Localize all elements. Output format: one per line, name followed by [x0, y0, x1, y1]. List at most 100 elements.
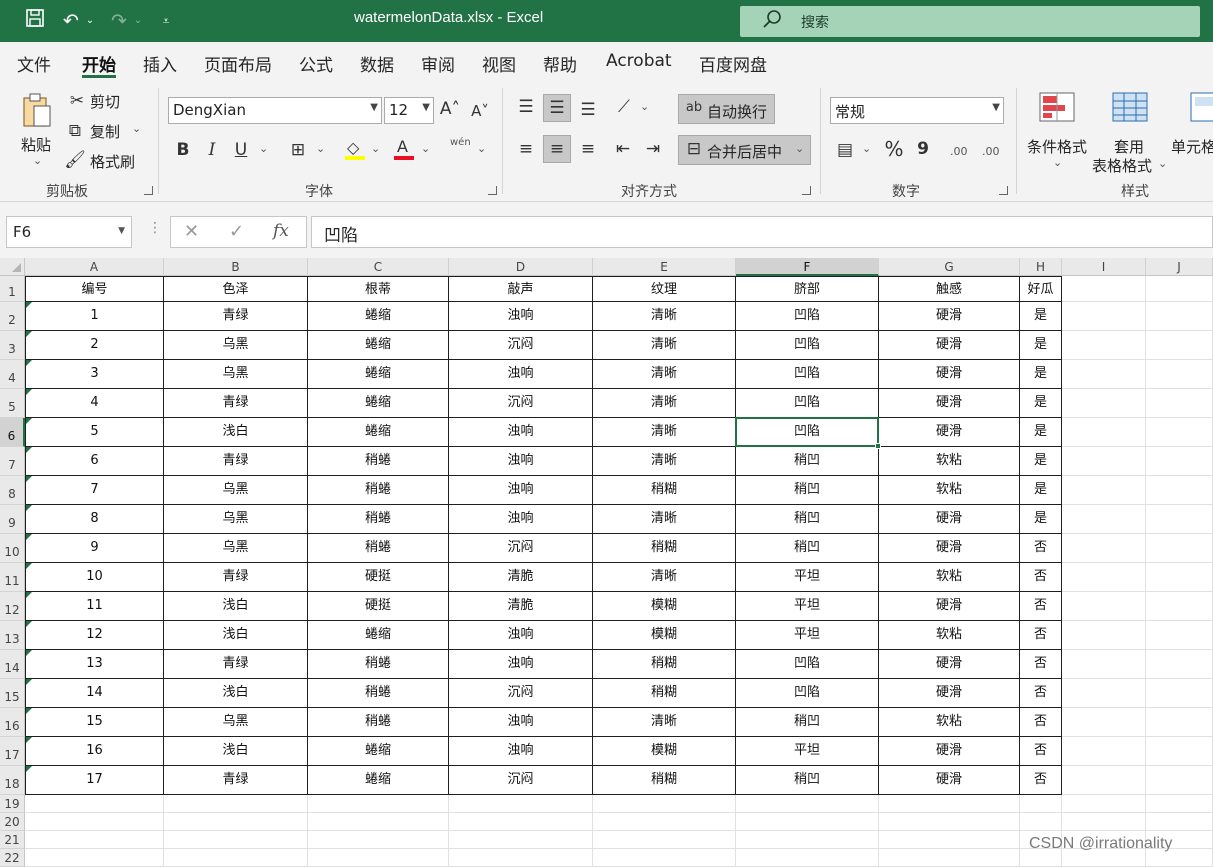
cell-f3[interactable]: 凹陷 [736, 331, 879, 360]
decrease-decimal-icon[interactable]: .00 [982, 145, 1000, 158]
cell-h3[interactable]: 是 [1020, 331, 1062, 360]
select-all-button[interactable] [0, 258, 25, 276]
row-header-20[interactable]: 20 [0, 813, 25, 831]
insert-function-icon[interactable]: fx [273, 221, 289, 241]
row-header-19[interactable]: 19 [0, 795, 25, 813]
cell-c3[interactable]: 蜷缩 [308, 331, 449, 360]
cell-c2[interactable]: 蜷缩 [308, 302, 449, 331]
cell-h12[interactable]: 否 [1020, 592, 1062, 621]
cell-h6[interactable]: 是 [1020, 418, 1062, 447]
cell-c7[interactable]: 稍蜷 [308, 447, 449, 476]
cell-d11[interactable]: 清脆 [449, 563, 593, 592]
cell-f2[interactable]: 凹陷 [736, 302, 879, 331]
cell-f9[interactable]: 稍凹 [736, 505, 879, 534]
search-box[interactable]: 搜索 [740, 6, 1200, 37]
cell-c13[interactable]: 蜷缩 [308, 621, 449, 650]
column-header-h[interactable]: H [1020, 258, 1062, 276]
cell-h9[interactable]: 是 [1020, 505, 1062, 534]
cell-f12[interactable]: 平坦 [736, 592, 879, 621]
cell-i15[interactable] [1062, 679, 1146, 708]
underline-button[interactable]: U [231, 139, 251, 161]
tab-review[interactable]: 审阅 [421, 51, 455, 76]
formula-input[interactable]: 凹陷 [311, 216, 1213, 248]
cell-e7[interactable]: 清晰 [593, 447, 736, 476]
cell-g19[interactable] [879, 795, 1020, 813]
format-painter-label[interactable]: 格式刷 [90, 151, 135, 172]
cell-a6[interactable]: 5 [25, 418, 164, 447]
column-header-g[interactable]: G [879, 258, 1020, 276]
cell-f4[interactable]: 凹陷 [736, 360, 879, 389]
cell-h13[interactable]: 否 [1020, 621, 1062, 650]
cell-i8[interactable] [1062, 476, 1146, 505]
row-header-3[interactable]: 3 [0, 331, 25, 360]
row-header-11[interactable]: 11 [0, 563, 25, 592]
cell-g12[interactable]: 硬滑 [879, 592, 1020, 621]
cell-g11[interactable]: 软粘 [879, 563, 1020, 592]
cell-c11[interactable]: 硬挺 [308, 563, 449, 592]
cell-c9[interactable]: 稍蜷 [308, 505, 449, 534]
phonetic-dropdown-icon[interactable]: ⌄ [477, 142, 486, 155]
cell-d1[interactable]: 敲声 [449, 276, 593, 302]
cell-h20[interactable] [1020, 813, 1062, 831]
cell-styles-button[interactable]: 单元格 [1170, 88, 1213, 172]
cell-h11[interactable]: 否 [1020, 563, 1062, 592]
cell-i17[interactable] [1062, 737, 1146, 766]
bold-button[interactable]: B [173, 139, 193, 161]
row-header-7[interactable]: 7 [0, 447, 25, 476]
tab-help[interactable]: 帮助 [543, 51, 577, 76]
cell-d3[interactable]: 沉闷 [449, 331, 593, 360]
cell-b17[interactable]: 浅白 [164, 737, 308, 766]
cell-a13[interactable]: 12 [25, 621, 164, 650]
border-dropdown-icon[interactable]: ⌄ [316, 142, 325, 155]
cell-g21[interactable] [879, 831, 1020, 849]
cell-g4[interactable]: 硬滑 [879, 360, 1020, 389]
copy-label[interactable]: 复制 [90, 121, 120, 142]
cell-c22[interactable] [308, 849, 449, 867]
cell-c15[interactable]: 稍蜷 [308, 679, 449, 708]
cell-a22[interactable] [25, 849, 164, 867]
cell-e12[interactable]: 模糊 [593, 592, 736, 621]
cell-e10[interactable]: 稍糊 [593, 534, 736, 563]
tab-insert[interactable]: 插入 [143, 51, 177, 76]
cell-e15[interactable]: 稍糊 [593, 679, 736, 708]
cell-c1[interactable]: 根蒂 [308, 276, 449, 302]
cell-d5[interactable]: 沉闷 [449, 389, 593, 418]
cell-i1[interactable] [1062, 276, 1146, 302]
cell-d19[interactable] [449, 795, 593, 813]
cell-h16[interactable]: 否 [1020, 708, 1062, 737]
accounting-format-icon[interactable]: ▤ [834, 139, 856, 161]
decrease-font-size-icon[interactable]: A˅ [468, 100, 492, 122]
cell-g5[interactable]: 硬滑 [879, 389, 1020, 418]
cell-j15[interactable] [1146, 679, 1213, 708]
cell-d15[interactable]: 沉闷 [449, 679, 593, 708]
cell-a7[interactable]: 6 [25, 447, 164, 476]
cell-a3[interactable]: 2 [25, 331, 164, 360]
cell-b22[interactable] [164, 849, 308, 867]
cell-e19[interactable] [593, 795, 736, 813]
cell-f1[interactable]: 脐部 [736, 276, 879, 302]
fill-color-icon[interactable]: ◇ [344, 138, 366, 162]
cell-g17[interactable]: 硬滑 [879, 737, 1020, 766]
tab-data[interactable]: 数据 [360, 51, 394, 76]
cell-e2[interactable]: 清晰 [593, 302, 736, 331]
cell-f21[interactable] [736, 831, 879, 849]
cell-e16[interactable]: 清晰 [593, 708, 736, 737]
cell-b7[interactable]: 青绿 [164, 447, 308, 476]
cell-j3[interactable] [1146, 331, 1213, 360]
column-header-j[interactable]: J [1146, 258, 1213, 276]
cell-a2[interactable]: 1 [25, 302, 164, 331]
undo-dropdown-icon[interactable]: ⌄ [84, 8, 96, 34]
cell-f17[interactable]: 平坦 [736, 737, 879, 766]
cell-c14[interactable]: 稍蜷 [308, 650, 449, 679]
cell-c5[interactable]: 蜷缩 [308, 389, 449, 418]
column-header-a[interactable]: A [25, 258, 164, 276]
cell-h7[interactable]: 是 [1020, 447, 1062, 476]
cell-a17[interactable]: 16 [25, 737, 164, 766]
row-header-6[interactable]: 6 [0, 418, 25, 447]
cell-b13[interactable]: 浅白 [164, 621, 308, 650]
cell-i2[interactable] [1062, 302, 1146, 331]
cell-f14[interactable]: 凹陷 [736, 650, 879, 679]
cell-g18[interactable]: 硬滑 [879, 766, 1020, 795]
cell-j16[interactable] [1146, 708, 1213, 737]
cell-b5[interactable]: 青绿 [164, 389, 308, 418]
